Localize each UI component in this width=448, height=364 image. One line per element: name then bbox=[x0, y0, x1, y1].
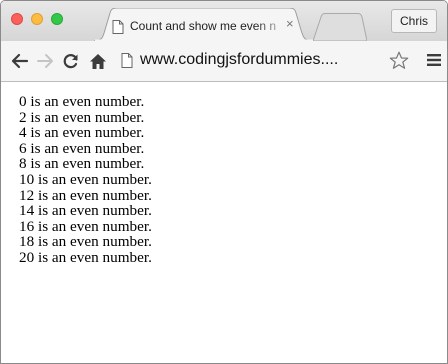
output-line: 14 is an even number. bbox=[19, 202, 152, 220]
tab-active[interactable]: Count and show me even n × bbox=[94, 8, 314, 41]
close-window-button[interactable] bbox=[11, 13, 23, 25]
home-icon bbox=[90, 53, 106, 69]
tab-title: Count and show me even n bbox=[130, 19, 277, 33]
output-line: 6 is an even number. bbox=[19, 139, 145, 157]
output-line: 2 is an even number. bbox=[19, 108, 145, 126]
reload-icon bbox=[63, 54, 78, 69]
output-line: 4 is an even number. bbox=[19, 124, 145, 142]
output-line: 0 is an even number. bbox=[19, 93, 145, 110]
output-line: 8 is an even number. bbox=[19, 155, 145, 173]
toolbar: www.codingjsfordummies.... bbox=[1, 41, 447, 82]
url-text: www.codingjsfordummies.... bbox=[140, 51, 339, 68]
zoom-window-button[interactable] bbox=[51, 13, 63, 25]
reload-button[interactable] bbox=[59, 41, 83, 81]
back-arrow-icon bbox=[11, 53, 29, 69]
output-lines: 0 is an even number. 2 is an even number… bbox=[19, 94, 152, 266]
output-line: 10 is an even number. bbox=[19, 170, 152, 188]
browser-window: Count and show me even n × Chris www.cod… bbox=[0, 0, 448, 364]
star-icon[interactable] bbox=[389, 51, 409, 70]
address-bar[interactable]: www.codingjsfordummies.... bbox=[113, 48, 413, 73]
forward-arrow-icon bbox=[37, 54, 53, 68]
output-line: 20 is an even number. bbox=[19, 248, 152, 266]
page-icon bbox=[112, 20, 124, 34]
profile-button[interactable]: Chris bbox=[391, 9, 438, 33]
menu-icon[interactable] bbox=[427, 53, 441, 67]
output-line: 12 is an even number. bbox=[19, 186, 152, 204]
close-tab-icon[interactable]: × bbox=[286, 16, 294, 32]
title-bar: Count and show me even n × Chris bbox=[1, 1, 447, 41]
window-controls bbox=[11, 13, 63, 25]
minimize-window-button[interactable] bbox=[31, 13, 43, 25]
forward-button[interactable] bbox=[33, 41, 57, 81]
home-button[interactable] bbox=[85, 41, 111, 81]
output-line: 16 is an even number. bbox=[19, 217, 152, 235]
new-tab-button[interactable] bbox=[313, 13, 367, 41]
page-content: 0 is an even number. 2 is an even number… bbox=[1, 82, 447, 363]
page-icon bbox=[121, 53, 133, 68]
output-line: 18 is an even number. bbox=[19, 233, 152, 251]
back-button[interactable] bbox=[7, 41, 33, 81]
